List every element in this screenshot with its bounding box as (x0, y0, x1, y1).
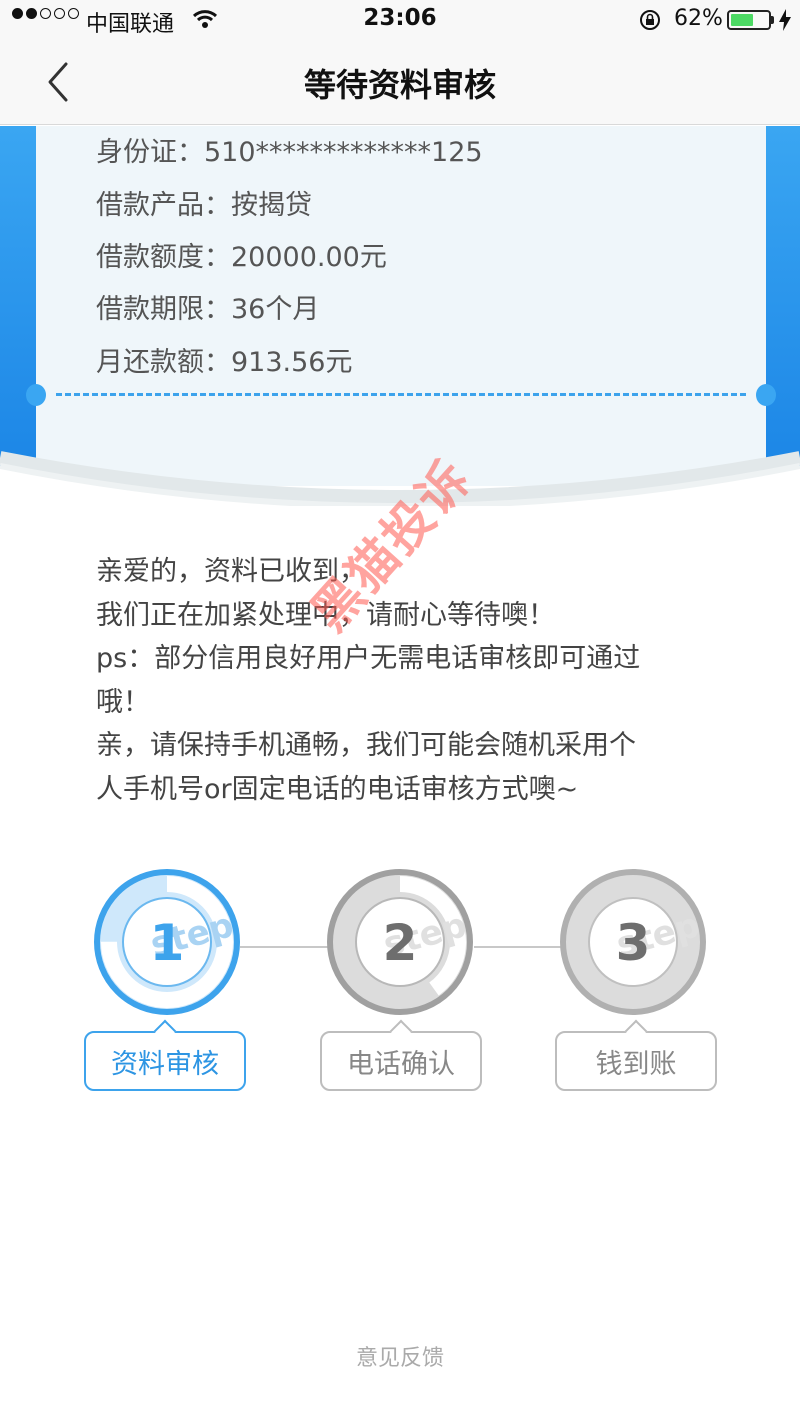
info-label: 身份证： (96, 137, 204, 168)
message-line: 亲，请保持手机通畅，我们可能会随机采用个 (96, 730, 636, 761)
info-label: 月还款额： (96, 347, 231, 378)
status-bar: 中国联通 23:06 62% (0, 0, 800, 40)
info-label: 借款期限： (96, 294, 231, 325)
info-label: 借款产品： (96, 190, 231, 221)
navigation-bar: 等待资料审核 (0, 40, 800, 125)
step-label-text: 电话确认 (347, 1048, 455, 1080)
message-line: 我们正在加紧处理中，请耐心等待噢！ (96, 599, 555, 631)
loan-ticket-card: 身份证：510*************125 借款产品：按揭贷 借款额度：20… (0, 126, 800, 506)
message-line: 哦！ (96, 686, 150, 718)
message-line: 人手机号or固定电话的电话审核方式噢~ (96, 773, 579, 805)
info-row-product: 借款产品：按揭贷 (96, 183, 312, 222)
info-row-id: 身份证：510*************125 (96, 130, 483, 169)
step-2-circle: step 2 (327, 869, 473, 1015)
status-message: 亲爱的，资料已收到， 我们正在加紧处理中，请耐心等待噢！ ps：部分信用良好用户… (96, 550, 696, 811)
ticket-notch-right (756, 384, 776, 406)
battery-percent: 62% (674, 6, 723, 31)
message-line: ps：部分信用良好用户无需电话审核即可通过 (96, 643, 641, 674)
step-1-label: 资料审核 (84, 1019, 246, 1091)
info-row-amount: 借款额度：20000.00元 (96, 235, 387, 274)
ticket-notch-left (26, 384, 46, 406)
info-row-monthly: 月还款额：913.56元 (96, 340, 352, 379)
step-2-label: 电话确认 (320, 1019, 482, 1091)
battery-icon (727, 10, 771, 30)
step-connector (474, 946, 564, 948)
step-number: 2 (383, 914, 418, 972)
charging-bolt-icon (778, 8, 792, 38)
info-value: 20000.00元 (231, 242, 387, 273)
step-connector (240, 946, 330, 948)
rotation-lock-icon (638, 8, 662, 38)
info-value: 510*************125 (204, 137, 483, 168)
info-row-term: 借款期限：36个月 (96, 287, 319, 326)
step-number: 1 (150, 914, 185, 972)
info-label: 借款额度： (96, 242, 231, 273)
info-value: 36个月 (231, 294, 320, 325)
info-value: 按揭贷 (231, 190, 312, 221)
step-label-text: 资料审核 (111, 1048, 219, 1080)
feedback-link[interactable]: 意见反馈 (0, 1340, 800, 1372)
step-number: 3 (616, 914, 651, 972)
page-title: 等待资料审核 (303, 66, 496, 104)
step-label-text: 钱到账 (595, 1048, 677, 1080)
info-value: 913.56元 (231, 347, 353, 378)
battery-tip (771, 16, 774, 24)
step-3-label: 钱到账 (555, 1019, 717, 1091)
dashed-divider (56, 393, 746, 396)
step-1-circle: step 1 (94, 869, 240, 1015)
step-3-circle: step 3 (560, 869, 706, 1015)
